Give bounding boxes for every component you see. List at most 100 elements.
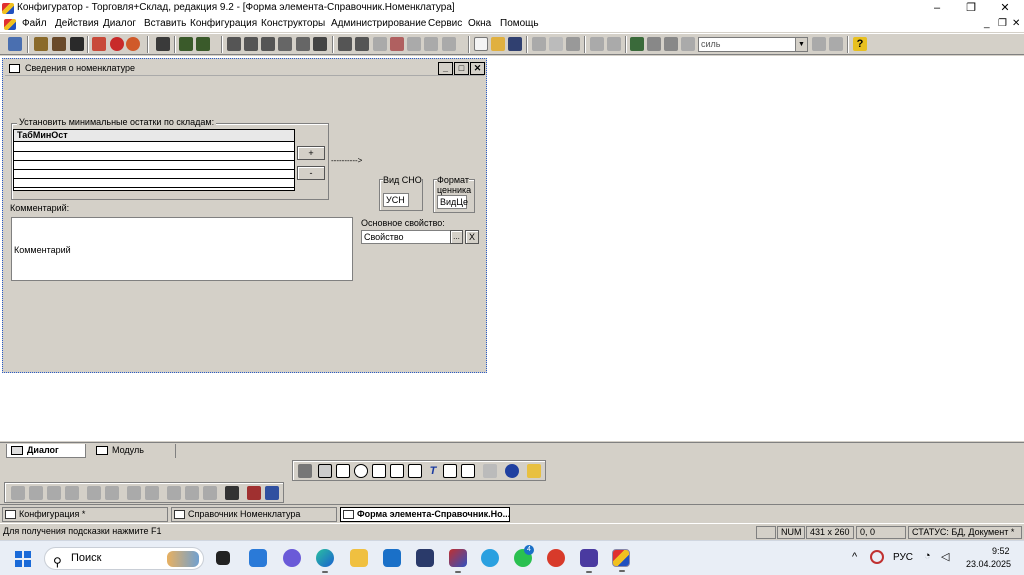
menu-actions[interactable]: Действия (55, 18, 99, 29)
undo-icon[interactable] (647, 37, 661, 51)
task-view-icon[interactable] (216, 551, 230, 565)
find-next-icon[interactable] (812, 37, 826, 51)
1c-icon[interactable] (449, 549, 467, 573)
same-height-icon[interactable] (185, 486, 199, 500)
mdi-window-catalog[interactable]: Справочник Номенклатура (171, 507, 337, 522)
same-width-icon[interactable] (167, 486, 181, 500)
wizard-form-icon[interactable] (244, 37, 258, 51)
space-horizontal-icon[interactable] (127, 486, 141, 500)
checkbox-control-icon[interactable] (336, 464, 350, 478)
file-explorer-icon[interactable] (350, 549, 368, 567)
window-minimize-button[interactable]: – (920, 0, 954, 17)
document-icon[interactable] (4, 19, 16, 30)
wifi-icon[interactable]: ◔ (924, 550, 931, 562)
find-icon[interactable] (681, 37, 695, 51)
menu-service[interactable]: Сервис (428, 18, 462, 29)
wizard-report-icon[interactable] (261, 37, 275, 51)
monitor-icon[interactable] (156, 37, 170, 51)
rights-icon[interactable] (70, 37, 84, 51)
redo-icon[interactable] (664, 37, 678, 51)
open-folder-icon[interactable] (491, 37, 505, 51)
config-icon[interactable] (8, 37, 22, 51)
wizard-delete-icon[interactable] (390, 37, 404, 51)
store-icon[interactable] (416, 549, 434, 567)
chevron-down-icon[interactable]: ▼ (795, 38, 807, 51)
remove-row-button[interactable]: - (297, 166, 325, 180)
min-stock-table[interactable]: ТабМинОст (13, 129, 295, 191)
align-left-icon[interactable] (11, 486, 25, 500)
menu-insert[interactable]: Вставить (144, 18, 186, 29)
tree-add-icon[interactable] (196, 37, 210, 51)
wizard-query-icon[interactable] (355, 37, 369, 51)
format-field[interactable]: ВидЦе (437, 195, 468, 209)
wizard-list-icon[interactable] (296, 37, 310, 51)
object-icon[interactable] (34, 37, 48, 51)
table-row[interactable] (14, 151, 294, 152)
same-size-icon[interactable] (203, 486, 217, 500)
save-app-icon[interactable] (580, 549, 598, 573)
help-icon[interactable]: ? (853, 37, 867, 51)
window-close-button[interactable]: ✕ (988, 0, 1022, 17)
dialog-maximize-button[interactable]: □ (454, 62, 469, 75)
mdi-close-button[interactable]: ✕ (1012, 18, 1020, 29)
select-button[interactable]: ... (450, 230, 463, 244)
wizard-icon[interactable] (227, 37, 241, 51)
frame-control-icon[interactable] (372, 464, 386, 478)
wizard-doc-icon[interactable] (278, 37, 292, 51)
mdi-window-form[interactable]: Форма элемента-Справочник.Но... (340, 507, 510, 522)
windows-start-icon[interactable] (15, 551, 31, 567)
table-row[interactable] (14, 169, 294, 170)
center-vertical-icon[interactable] (105, 486, 119, 500)
input-control-icon[interactable] (443, 464, 457, 478)
dialog-minimize-button[interactable]: _ (438, 62, 453, 75)
taskbar-search[interactable]: ⚲ Поиск (44, 547, 204, 570)
table-row[interactable] (14, 178, 294, 179)
add-row-button[interactable]: + (297, 146, 325, 160)
form-dialog[interactable]: Сведения о номенклатуре _ □ ✕ Установить… (2, 58, 487, 373)
find-prev-icon[interactable] (829, 37, 843, 51)
vid-sno-field[interactable]: УСН (383, 193, 409, 207)
tab-order-icon[interactable] (247, 486, 261, 500)
mdi-minimize-button[interactable]: _ (984, 18, 990, 29)
text-control-icon[interactable]: T (426, 464, 440, 478)
record-icon[interactable] (126, 37, 140, 51)
align-right-icon[interactable] (29, 486, 43, 500)
language-indicator[interactable]: РУС (893, 552, 913, 563)
combobox-control-icon[interactable] (461, 464, 475, 478)
layers-icon[interactable] (265, 486, 279, 500)
radio-control-icon[interactable] (354, 464, 368, 478)
wizard-move-icon[interactable] (338, 37, 352, 51)
window-restore-button[interactable]: ❐ (954, 0, 988, 17)
search-combobox[interactable]: силь ▼ (698, 37, 808, 52)
pointer-icon[interactable] (298, 464, 312, 478)
new-file-icon[interactable] (474, 37, 488, 51)
syntax-helper-icon[interactable] (630, 37, 644, 51)
table-row[interactable] (14, 160, 294, 161)
clear-button[interactable]: X (465, 230, 479, 244)
menu-dialog[interactable]: Диалог (103, 18, 136, 29)
align-top-icon[interactable] (47, 486, 61, 500)
teams-icon[interactable] (283, 549, 301, 567)
mdi-restore-button[interactable]: ❐ (998, 18, 1007, 29)
debug-icon[interactable] (92, 37, 106, 51)
configurator-app-icon[interactable] (612, 549, 630, 572)
edge-icon[interactable] (316, 549, 334, 573)
mdi-window-configuration[interactable]: Конфигурация * (2, 507, 168, 522)
clock-time[interactable]: 9:52 (992, 546, 1010, 556)
paste-icon[interactable] (566, 37, 580, 51)
button-control-icon[interactable] (318, 464, 332, 478)
menu-file[interactable]: Файл (22, 18, 47, 29)
menu-constructors[interactable]: Конструкторы (261, 18, 325, 29)
stop-icon[interactable] (110, 37, 124, 51)
center-horizontal-icon[interactable] (87, 486, 101, 500)
table-row[interactable] (14, 187, 294, 188)
tab-dialog[interactable]: Диалог (6, 444, 86, 458)
space-vertical-icon[interactable] (145, 486, 159, 500)
tab-module[interactable]: Модуль (92, 444, 176, 458)
date-control-icon[interactable] (408, 464, 422, 478)
tree-icon[interactable] (179, 37, 193, 51)
wizard-print-icon[interactable] (313, 37, 327, 51)
volume-icon[interactable]: ◁ (941, 550, 949, 563)
menu-administration[interactable]: Администрирование (331, 18, 426, 29)
telegram-icon[interactable] (481, 549, 499, 567)
